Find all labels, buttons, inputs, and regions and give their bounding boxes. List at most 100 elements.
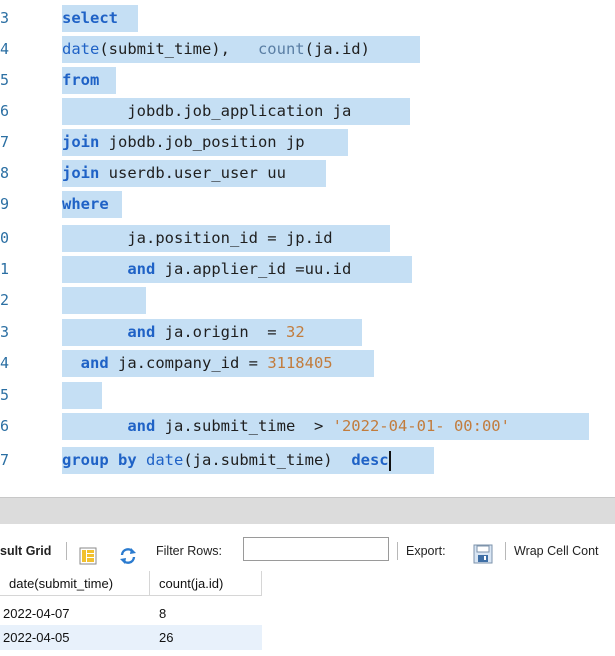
line-number: 3 bbox=[0, 323, 10, 341]
keyword-select: select bbox=[62, 9, 118, 27]
result-grid-tab[interactable]: sult Grid bbox=[0, 532, 51, 570]
table-row[interactable]: 2022-04-07 8 bbox=[0, 601, 262, 626]
filter-rows-label: Filter Rows: bbox=[156, 544, 222, 558]
keyword-and: and bbox=[62, 417, 156, 435]
code-fragment: (ja.id) bbox=[304, 40, 370, 58]
code-line: 5 from bbox=[0, 65, 615, 96]
code-text: jobdb.job_application ja bbox=[62, 98, 410, 125]
toolbar-separator bbox=[397, 542, 398, 560]
code-fragment: jobdb.job_position jp bbox=[99, 133, 305, 151]
code-line: 4 date(submit_time), count(ja.id) bbox=[0, 34, 615, 65]
code-fragment: (submit_time), bbox=[99, 40, 258, 58]
toolbar-separator bbox=[505, 542, 506, 560]
code-line: 3 select bbox=[0, 3, 615, 34]
code-text: join userdb.user_user uu bbox=[62, 160, 326, 187]
code-text: and ja.submit_time > '2022-04-01- 00:00' bbox=[62, 413, 589, 440]
code-fragment: ja.submit_time > bbox=[155, 417, 333, 435]
table-cell[interactable]: 26 bbox=[150, 625, 262, 650]
keyword-where: where bbox=[62, 195, 109, 213]
code-fragment bbox=[62, 386, 127, 404]
line-number: 6 bbox=[0, 417, 10, 435]
code-line: 2 bbox=[0, 285, 615, 316]
code-text: date(submit_time), count(ja.id) bbox=[62, 36, 420, 63]
code-text: group by date(ja.submit_time) desc bbox=[62, 447, 434, 474]
code-text: ja.position_id = jp.id bbox=[62, 225, 390, 252]
code-line: 1 and ja.applier_id =uu.id bbox=[0, 254, 615, 285]
code-line: 8 join userdb.user_user uu bbox=[0, 158, 615, 189]
keyword-desc: desc bbox=[351, 451, 389, 469]
function-count: count bbox=[257, 40, 305, 58]
keyword-join: join bbox=[62, 164, 100, 182]
line-number: 7 bbox=[0, 133, 10, 151]
export-label: Export: bbox=[406, 544, 446, 558]
code-line: 0 ja.position_id = jp.id bbox=[0, 223, 615, 254]
result-toolbar: sult Grid Filter Rows: Export: Wrap Cell… bbox=[0, 532, 615, 570]
wrap-cell-content-label[interactable]: Wrap Cell Cont bbox=[514, 532, 599, 570]
number-literal: 3118405 bbox=[267, 354, 333, 372]
text-caret bbox=[388, 450, 391, 471]
code-fragment: userdb.user_user uu bbox=[99, 164, 286, 182]
code-fragment: ja.company_id = bbox=[108, 354, 268, 372]
code-fragment: jobdb.job_application ja bbox=[62, 102, 352, 120]
code-line: 9 where bbox=[0, 189, 615, 220]
line-number: 2 bbox=[0, 291, 10, 309]
keyword-and: and bbox=[62, 260, 156, 278]
filter-rows-input[interactable] bbox=[243, 537, 389, 561]
line-number: 9 bbox=[0, 195, 10, 213]
code-fragment: ja.origin = bbox=[155, 323, 286, 341]
code-line: 7 join jobdb.job_position jp bbox=[0, 127, 615, 158]
code-text: and ja.applier_id =uu.id bbox=[62, 256, 412, 283]
line-number: 5 bbox=[0, 71, 10, 89]
code-fragment: (ja.submit_time) bbox=[183, 451, 352, 469]
table-row[interactable]: 2022-04-05 26 bbox=[0, 625, 262, 650]
line-number: 4 bbox=[0, 40, 10, 58]
code-text: join jobdb.job_position jp bbox=[62, 129, 348, 156]
table-cell[interactable]: 2022-04-05 bbox=[0, 625, 150, 650]
line-number: 5 bbox=[0, 386, 10, 404]
line-number: 4 bbox=[0, 354, 10, 372]
table-cell[interactable]: 2022-04-07 bbox=[0, 601, 150, 626]
code-text bbox=[62, 287, 146, 314]
keyword-join: join bbox=[62, 133, 100, 151]
line-number: 1 bbox=[0, 260, 10, 278]
number-literal: 32 bbox=[285, 323, 305, 341]
toolbar-separator bbox=[66, 542, 67, 560]
line-number: 8 bbox=[0, 164, 10, 182]
line-number: 0 bbox=[0, 229, 10, 247]
code-line: 3 and ja.origin = 32 bbox=[0, 317, 615, 348]
code-text bbox=[62, 382, 102, 409]
code-line: 7 group by date(ja.submit_time) desc bbox=[0, 445, 615, 476]
line-number: 3 bbox=[0, 9, 10, 27]
function-date: date bbox=[62, 40, 100, 58]
refresh-icon[interactable] bbox=[118, 542, 138, 564]
code-line: 5 bbox=[0, 380, 615, 411]
code-fragment: ja.position_id = jp.id bbox=[62, 229, 333, 247]
splitter-bar[interactable] bbox=[0, 497, 615, 524]
code-text: from bbox=[62, 67, 116, 94]
code-text: and ja.company_id = 3118405 bbox=[62, 350, 374, 377]
form-editor-icon[interactable] bbox=[79, 542, 97, 565]
column-header[interactable]: count(ja.id) bbox=[150, 571, 262, 596]
code-line: 6 jobdb.job_application ja bbox=[0, 96, 615, 127]
line-number: 6 bbox=[0, 102, 10, 120]
code-text: and ja.origin = 32 bbox=[62, 319, 362, 346]
keyword-group-by: group by bbox=[62, 451, 137, 469]
panel-divider bbox=[0, 487, 615, 495]
function-date: date bbox=[146, 451, 184, 469]
sql-editor[interactable]: 3 select 4 date(submit_time), count(ja.i… bbox=[0, 0, 615, 487]
code-text: select bbox=[62, 5, 138, 32]
code-fragment: ja.applier_id =uu.id bbox=[155, 260, 352, 278]
keyword-and: and bbox=[62, 354, 109, 372]
column-header[interactable]: date(submit_time) bbox=[0, 571, 150, 596]
keyword-and: and bbox=[62, 323, 156, 341]
line-number: 7 bbox=[0, 451, 10, 469]
code-fragment bbox=[137, 451, 146, 469]
export-icon[interactable] bbox=[473, 541, 493, 564]
code-line: 6 and ja.submit_time > '2022-04-01- 00:0… bbox=[0, 411, 615, 442]
code-line: 4 and ja.company_id = 3118405 bbox=[0, 348, 615, 379]
keyword-from: from bbox=[62, 71, 100, 89]
string-literal: '2022-04-01- 00:00' bbox=[332, 417, 510, 435]
code-text: where bbox=[62, 191, 122, 218]
code-fragment bbox=[62, 291, 127, 309]
table-cell[interactable]: 8 bbox=[150, 601, 262, 626]
